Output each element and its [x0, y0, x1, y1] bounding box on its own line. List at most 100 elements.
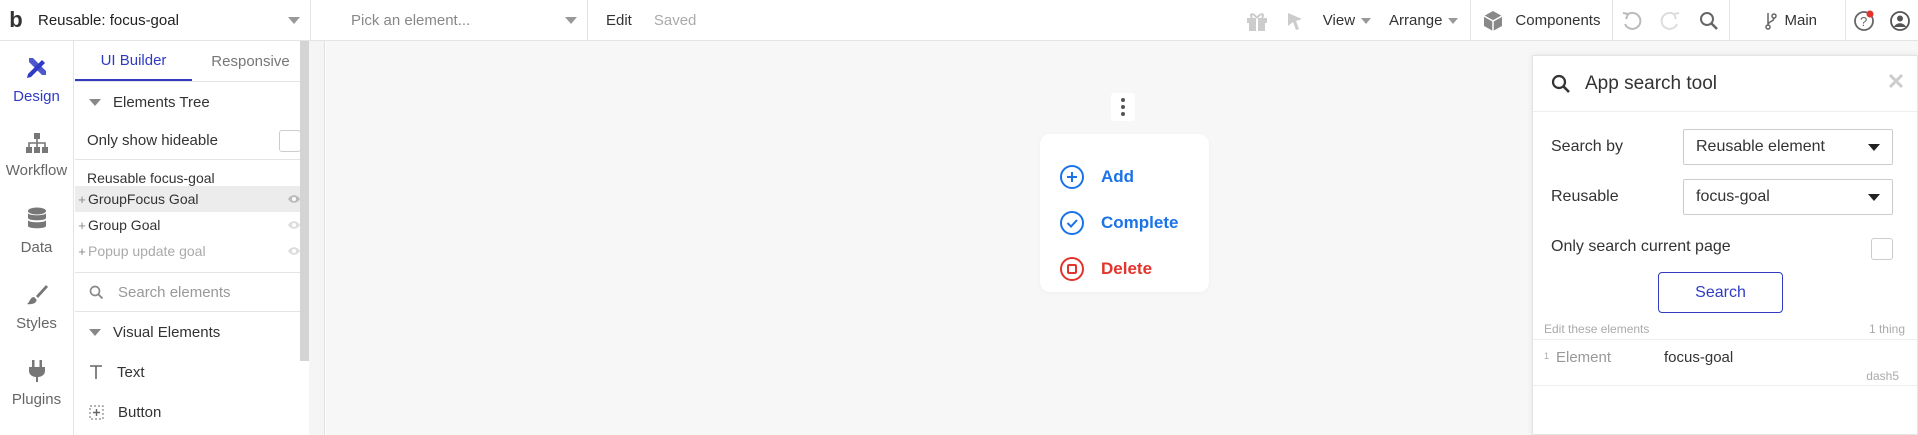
only-current-page-row: Only search current page: [1533, 222, 1917, 272]
visual-item-text[interactable]: Text: [75, 352, 309, 392]
rail-item-workflow[interactable]: Workflow: [0, 117, 73, 193]
arrange-menu[interactable]: Arrange: [1383, 12, 1470, 29]
result-index: 1: [1544, 351, 1550, 361]
arrange-menu-label: Arrange: [1389, 12, 1443, 29]
account-icon[interactable]: [1882, 0, 1918, 41]
result-type: Element: [1556, 349, 1612, 366]
rail-label-data: Data: [20, 238, 53, 256]
only-hideable-checkbox[interactable]: [279, 129, 301, 152]
tree-root-item[interactable]: Reusable focus-goal: [75, 160, 309, 186]
only-hideable-label: Only show hideable: [87, 132, 218, 149]
text-icon: [90, 365, 102, 379]
expand-plus-icon[interactable]: +: [77, 192, 87, 207]
elements-panel: UI Builder Responsive Elements Tree Only…: [75, 41, 309, 435]
result-row[interactable]: 1 Element focus-goal dash5: [1533, 340, 1917, 386]
tab-ui-builder[interactable]: UI Builder: [75, 41, 192, 81]
reusable-value: focus-goal: [1696, 188, 1770, 205]
panel-divider[interactable]: [309, 41, 325, 435]
search-tool-header: App search tool: [1533, 56, 1917, 112]
svg-text:?: ?: [1860, 14, 1867, 29]
elements-tree-label: Elements Tree: [113, 93, 210, 111]
search-by-dropdown[interactable]: Reusable element: [1683, 129, 1893, 165]
tree-item-popup-update-goal[interactable]: + Popup update goal: [75, 238, 309, 264]
chevron-down-icon: [1361, 17, 1372, 24]
search-by-value: Reusable element: [1696, 138, 1825, 155]
cursor-icon[interactable]: [1275, 0, 1315, 41]
add-action[interactable]: Add: [1040, 154, 1209, 200]
result-name: focus-goal: [1664, 349, 1734, 366]
app-search-tool-panel: App search tool Search by Reusable eleme…: [1532, 55, 1918, 435]
elements-tree-header[interactable]: Elements Tree: [75, 82, 309, 122]
reusable-dropdown[interactable]: focus-goal: [1683, 179, 1893, 215]
branch-icon: [1765, 12, 1778, 30]
tab-responsive[interactable]: Responsive: [192, 41, 309, 81]
tree-item-label: Popup update goal: [88, 243, 206, 259]
results-count: 1 thing: [1868, 321, 1905, 336]
visual-item-label: Button: [118, 403, 162, 421]
gift-icon[interactable]: [1239, 0, 1275, 41]
undo-icon[interactable]: [1613, 0, 1651, 41]
rail-label-workflow: Workflow: [5, 161, 68, 179]
eye-icon[interactable]: [287, 194, 301, 204]
panel-scrollbar[interactable]: [300, 41, 309, 361]
search-by-row: Search by Reusable element: [1533, 122, 1917, 172]
panel-tabs: UI Builder Responsive: [75, 41, 309, 82]
close-icon[interactable]: [1887, 72, 1905, 90]
search-elements-placeholder: Search elements: [118, 283, 231, 301]
design-icon: [26, 57, 46, 78]
expand-plus-icon[interactable]: +: [77, 244, 87, 259]
check-circle-icon: [1060, 211, 1084, 235]
results-header: Edit these elements 1 thing: [1533, 318, 1917, 340]
visual-elements-header[interactable]: Visual Elements: [75, 312, 309, 352]
reusable-row: Reusable focus-goal: [1533, 172, 1917, 222]
search-by-label: Search by: [1551, 138, 1624, 155]
button-icon: [89, 404, 104, 420]
bubble-logo[interactable]: b: [0, 0, 32, 41]
rail-item-design[interactable]: Design: [0, 41, 73, 117]
left-nav-rail: Design Workflow Data Styles Plugins: [0, 41, 74, 435]
collapse-triangle-icon: [89, 328, 101, 336]
tree-item-groupfocus-goal[interactable]: + GroupFocus Goal: [75, 186, 309, 212]
rail-item-styles[interactable]: Styles: [0, 269, 73, 345]
search-elements-field[interactable]: Search elements: [75, 272, 309, 312]
edit-menu[interactable]: Edit: [606, 12, 632, 29]
element-picker[interactable]: Pick an element...: [311, 0, 588, 41]
components-button[interactable]: Components: [1471, 9, 1612, 33]
element-picker-placeholder: Pick an element...: [351, 11, 471, 29]
page-selector[interactable]: Reusable: focus-goal: [32, 0, 311, 41]
rail-item-plugins[interactable]: Plugins: [0, 345, 73, 421]
saved-status: Saved: [653, 11, 697, 29]
rail-label-styles: Styles: [16, 314, 57, 332]
workflow-icon: [25, 132, 48, 153]
visual-item-button[interactable]: Button: [75, 392, 309, 432]
tree-item-group-goal[interactable]: + Group Goal: [75, 212, 309, 238]
chevron-down-icon: [1868, 194, 1880, 201]
branch-selector[interactable]: Main: [1730, 12, 1845, 30]
more-options-icon[interactable]: [1111, 93, 1135, 121]
visual-item-label: Text: [117, 363, 145, 381]
chevron-down-icon: [288, 16, 300, 24]
search-icon[interactable]: [1689, 0, 1729, 41]
eye-icon[interactable]: [287, 220, 301, 230]
search-button[interactable]: Search: [1658, 272, 1783, 313]
view-menu[interactable]: View: [1315, 12, 1383, 29]
delete-action[interactable]: Delete: [1040, 246, 1209, 292]
plug-icon: [28, 359, 45, 382]
rail-item-data[interactable]: Data: [0, 193, 73, 269]
redo-icon[interactable]: [1651, 0, 1689, 41]
only-current-page-label: Only search current page: [1551, 238, 1731, 255]
page-selector-value: Reusable: focus-goal: [38, 11, 179, 29]
toolbar-right: View Arrange Components Main ?: [1239, 0, 1918, 41]
expand-plus-icon[interactable]: +: [77, 218, 87, 233]
eye-icon[interactable]: [287, 246, 301, 256]
help-icon[interactable]: ?: [1846, 0, 1882, 41]
focus-goal-action-menu: Add Complete Delete: [1040, 134, 1209, 292]
add-action-label: Add: [1101, 167, 1135, 186]
complete-action[interactable]: Complete: [1040, 200, 1209, 246]
complete-action-label: Complete: [1101, 213, 1179, 232]
results-header-label: Edit these elements: [1544, 321, 1650, 336]
delete-action-label: Delete: [1101, 259, 1153, 278]
only-current-page-checkbox[interactable]: [1871, 238, 1893, 260]
search-icon: [89, 285, 104, 299]
stop-circle-icon: [1060, 257, 1084, 281]
